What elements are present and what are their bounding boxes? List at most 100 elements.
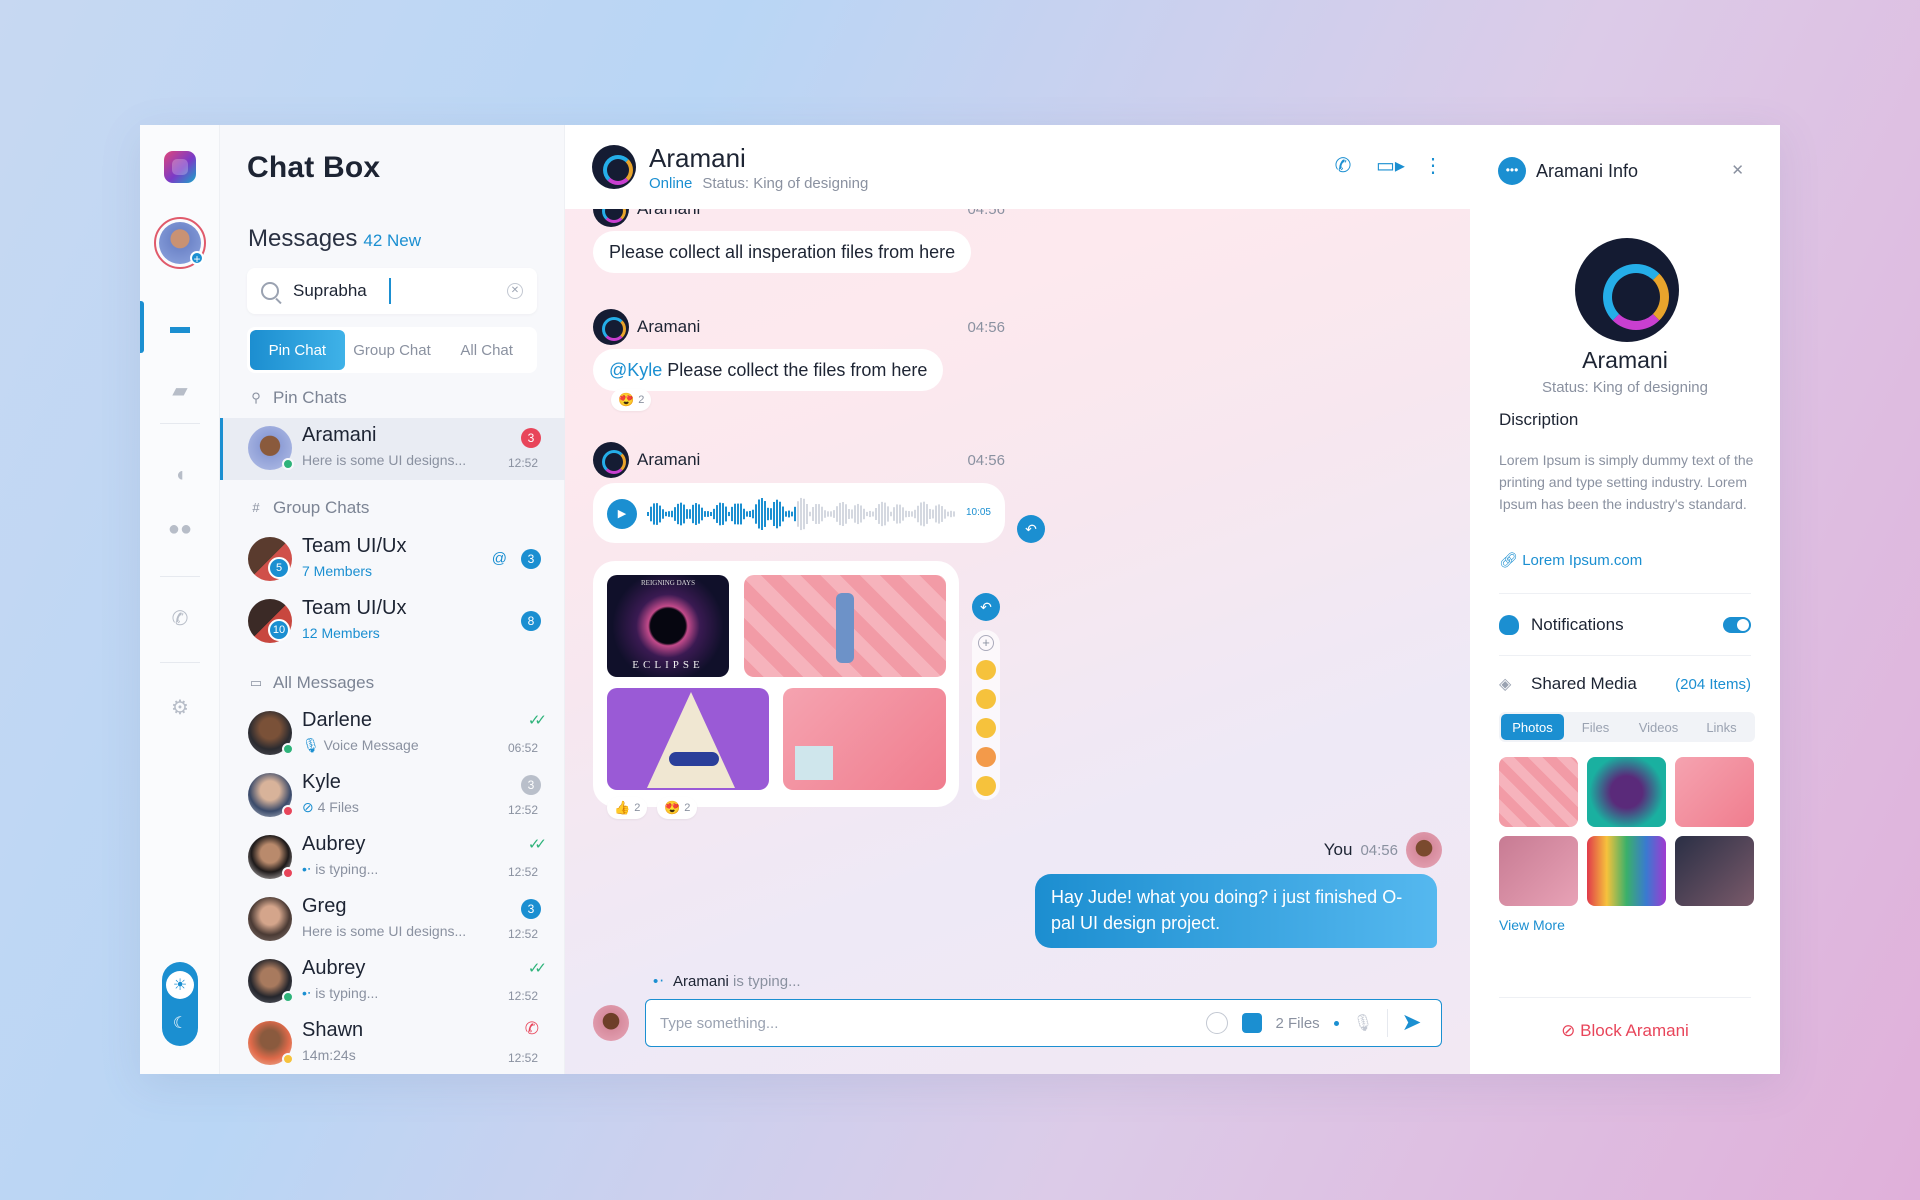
reaction-chip[interactable]: 👍 2 <box>607 797 648 819</box>
list-item[interactable]: Aubrey •‧ is typing... ✓✓ 12:52 <box>220 951 565 1013</box>
sleepy-emoji[interactable] <box>976 659 996 680</box>
media-thumbnail[interactable] <box>1675 757 1754 827</box>
mention-link[interactable]: @Kyle <box>609 360 662 380</box>
message-time: 12:52 <box>507 865 538 879</box>
message-input[interactable]: Type something... 2 Files 🎙︎ ➤ <box>645 999 1442 1047</box>
my-message-bubble[interactable]: Hay Jude! what you doing? i just finishe… <box>1035 874 1437 948</box>
tab-pin-chat[interactable]: Pin Chat <box>250 330 345 370</box>
play-icon[interactable]: ▶ <box>607 499 637 529</box>
info-title: Aramani Info <box>1536 160 1639 181</box>
my-avatar[interactable]: + <box>154 217 206 269</box>
gallery-image[interactable] <box>744 575 946 677</box>
tab-group-chat[interactable]: Group Chat <box>345 330 440 370</box>
search-value[interactable]: Suprabha <box>293 281 367 301</box>
website-link[interactable]: 🔗︎ Lorem Ipsum.com <box>1499 551 1642 569</box>
clear-search-icon[interactable]: ✕ <box>507 283 523 299</box>
message-bubble[interactable]: Please collect all insperation files fro… <box>593 231 972 273</box>
message-time: 04:56 <box>1360 841 1398 859</box>
media-thumbnail[interactable] <box>1587 836 1666 906</box>
reaction-chip[interactable]: 😍 2 <box>611 389 652 411</box>
megaphone-nav-icon[interactable]: ◖ <box>140 455 220 495</box>
theme-toggle[interactable]: ☀ ☾ <box>162 962 198 1046</box>
microphone-icon[interactable]: 🎙︎ <box>1353 1013 1373 1033</box>
voice-call-icon[interactable]: ✆ <box>1330 153 1356 179</box>
list-item[interactable]: Kyle ⊘ 4 Files 3 12:52 <box>220 765 565 827</box>
gallery-image[interactable] <box>783 688 946 790</box>
message-time: 06:52 <box>507 741 538 755</box>
smile-emoji[interactable] <box>976 775 996 796</box>
reply-icon[interactable]: ↶ <box>1017 515 1045 543</box>
message-bubble[interactable]: @Kyle Please collect the files from here <box>593 349 944 391</box>
image-gallery-message: REIGNING DAYS ECLIPSE <box>593 561 959 807</box>
list-item[interactable]: 10 Team UI/Ux 12 Members 8 <box>220 591 565 653</box>
unread-badge: 3 <box>521 549 541 569</box>
tab-links[interactable]: Links <box>1690 714 1753 740</box>
files-count[interactable]: 2 Files <box>1276 1015 1320 1032</box>
heart-eyes-emoji: 😍 <box>618 392 635 407</box>
typing-indicator: •‧ Aramani is typing... <box>653 973 801 990</box>
tab-files[interactable]: Files <box>1564 714 1627 740</box>
my-avatar <box>593 1005 629 1041</box>
description-label: Discription <box>1499 410 1579 429</box>
list-item[interactable]: Greg Here is some UI designs... 3 12:52 <box>220 889 565 951</box>
contact-info-panel: ••• Aramani Info ✕ Aramani Status: King o… <box>1470 125 1780 1074</box>
gallery-image[interactable]: REIGNING DAYS ECLIPSE <box>607 575 729 677</box>
block-contact-button[interactable]: ⊘ Block Aramani <box>1470 1021 1780 1041</box>
message-time: 12:52 <box>507 803 538 817</box>
search-icon <box>261 282 279 300</box>
notifications-toggle[interactable] <box>1723 617 1751 633</box>
away-indicator <box>282 1053 294 1065</box>
divider <box>1499 593 1751 594</box>
offline-indicator <box>282 867 294 879</box>
list-item[interactable]: 5 Team UI/Ux 7 Members @ 3 <box>220 529 565 591</box>
list-item[interactable]: Aramani Here is some UI designs... 3 12:… <box>220 418 565 480</box>
emoji-icon[interactable] <box>1205 1012 1228 1034</box>
app-title: Chat Box <box>247 151 381 184</box>
tab-all-chat[interactable]: All Chat <box>439 330 534 370</box>
gallery-image[interactable] <box>607 688 769 790</box>
group-nav-icon[interactable]: ●● <box>140 509 220 549</box>
add-reaction-icon[interactable]: + <box>978 634 994 651</box>
missed-call-icon: ✆ <box>524 1019 539 1038</box>
wave-emoji[interactable] <box>976 717 996 738</box>
bookmark-nav-icon[interactable]: ▰ <box>140 370 220 410</box>
moon-icon[interactable]: ☾ <box>166 1009 194 1037</box>
call-duration: 14m:24s <box>302 1047 356 1063</box>
video-call-icon[interactable]: ▭▸ <box>1376 153 1405 179</box>
view-more-link[interactable]: View More <box>1499 917 1565 933</box>
double-check-icon: ✓✓ <box>527 836 547 853</box>
search-input[interactable]: Suprabha ✕ <box>247 268 537 314</box>
list-item[interactable]: Shawn 14m:24s ✆ 12:52 <box>220 1013 565 1074</box>
contact-avatar[interactable] <box>592 145 636 189</box>
link-icon: 🔗︎ <box>1499 552 1523 569</box>
sun-icon[interactable]: ☀ <box>166 971 194 999</box>
list-item[interactable]: Aubrey •‧ is typing... ✓✓ 12:52 <box>220 827 565 889</box>
close-icon[interactable]: ✕ <box>1731 161 1744 179</box>
nerd-emoji[interactable] <box>976 688 996 709</box>
media-thumbnail[interactable] <box>1675 836 1754 906</box>
tab-videos[interactable]: Videos <box>1627 714 1690 740</box>
media-thumbnail[interactable] <box>1499 836 1578 906</box>
audio-waveform[interactable] <box>647 495 957 533</box>
send-icon[interactable]: ➤ <box>1387 1009 1427 1037</box>
attach-file-icon[interactable] <box>1241 1013 1262 1033</box>
contact-name: Kyle <box>302 771 341 793</box>
settings-nav-icon[interactable]: ⚙ <box>140 687 220 727</box>
media-thumbnail[interactable] <box>1587 757 1666 827</box>
chat-nav-icon[interactable]: ▬ <box>140 301 220 353</box>
message-placeholder[interactable]: Type something... <box>660 1015 778 1032</box>
heart-eyes-emoji: 😍 <box>664 800 681 815</box>
double-check-icon: ✓✓ <box>527 960 547 977</box>
more-options-icon[interactable]: ⋮ <box>1420 153 1446 179</box>
message-preview: Here is some UI designs... <box>302 923 467 939</box>
media-thumbnail[interactable] <box>1499 757 1578 827</box>
heart-eyes-emoji[interactable] <box>976 746 996 767</box>
add-status-icon[interactable]: + <box>190 251 204 266</box>
call-nav-icon[interactable]: ✆ <box>140 598 220 638</box>
reaction-chip[interactable]: 😍 2 <box>657 797 698 819</box>
contact-name: Aubrey <box>302 957 366 979</box>
chat-bubble-icon: ▭ <box>249 675 263 690</box>
tab-photos[interactable]: Photos <box>1501 714 1564 740</box>
list-item[interactable]: Darlene 🎙︎ Voice Message ✓✓ 06:52 <box>220 703 565 765</box>
reply-icon[interactable]: ↶ <box>972 593 1000 621</box>
